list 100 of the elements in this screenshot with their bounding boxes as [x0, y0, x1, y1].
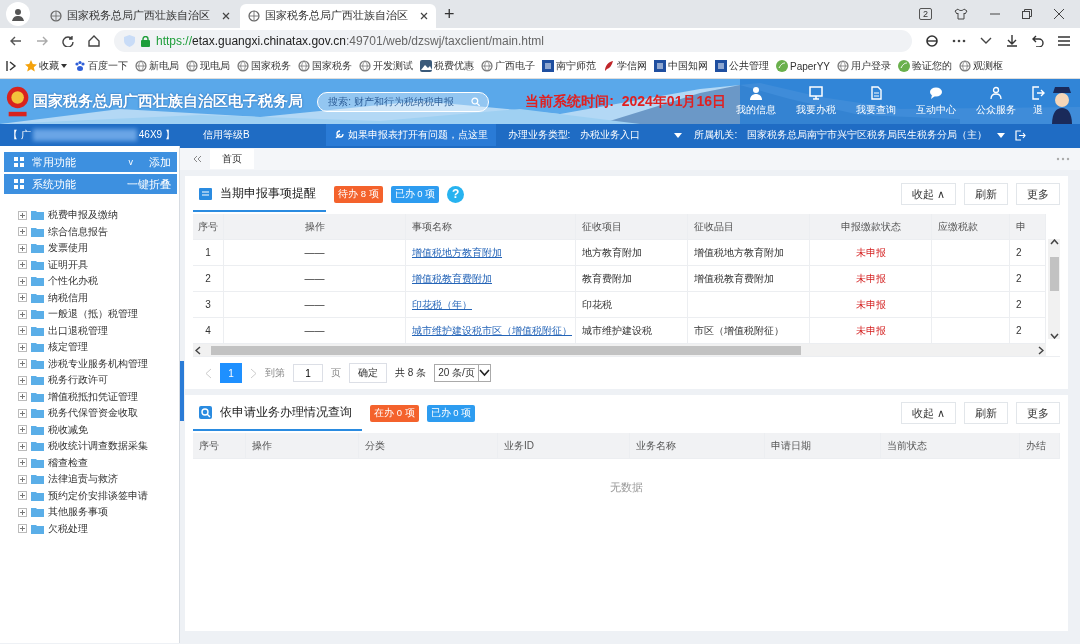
collapse-handle[interactable]	[180, 361, 184, 421]
toolbar-button[interactable]: 更多	[1016, 402, 1060, 424]
expand-icon[interactable]	[18, 359, 27, 369]
expand-icon[interactable]	[18, 524, 27, 534]
item-link[interactable]: 增值税地方教育附加	[412, 245, 502, 260]
close-icon[interactable]	[222, 12, 230, 20]
toolbar-button[interactable]: 刷新	[964, 402, 1008, 424]
tree-item[interactable]: 出口退税管理	[18, 322, 179, 339]
page-input[interactable]: 1	[293, 364, 323, 382]
expand-icon[interactable]	[18, 227, 27, 237]
expand-icon[interactable]	[18, 491, 27, 501]
tree-item[interactable]: 一般退（抵）税管理	[18, 306, 179, 323]
tree-item[interactable]: 核定管理	[18, 339, 179, 356]
scroll-left-icon[interactable]	[195, 345, 201, 355]
browser-tab[interactable]: 国家税务总局广西壮族自治区	[42, 4, 238, 28]
tree-item[interactable]: 涉税专业服务机构管理	[18, 355, 179, 372]
page-size-select[interactable]: 20 条/页	[434, 364, 491, 382]
bookmark-item[interactable]: 观测枢	[959, 59, 1004, 73]
caret-icon[interactable]	[478, 369, 490, 377]
expand-icon[interactable]	[18, 425, 27, 435]
search-field[interactable]: 搜索: 财产和行为税纳税申报	[317, 91, 490, 112]
nav-item[interactable]: 我的信息	[726, 79, 786, 124]
nav-item[interactable]: 互动中心	[906, 79, 966, 124]
scroll-up-icon[interactable]	[1049, 239, 1059, 245]
nav-item[interactable]: 公众服务	[966, 79, 1026, 124]
close-icon[interactable]	[420, 12, 428, 20]
tree-label: 证明开具	[48, 257, 88, 272]
tree-item[interactable]: 税收统计调查数据采集	[18, 438, 179, 455]
bookmark-item[interactable]: 税费优惠	[420, 59, 474, 73]
toolbar-button[interactable]: 收起 ∧	[900, 183, 956, 205]
toolbar-button[interactable]: 收起 ∧	[900, 402, 956, 424]
expand-icon[interactable]	[18, 474, 27, 484]
nav-item[interactable]: 我要查询	[846, 79, 906, 124]
bookmark-item[interactable]: 百度一下	[74, 59, 128, 73]
bookmark-item[interactable]: 国家税务	[298, 59, 352, 73]
tree-item[interactable]: 税费申报及缴纳	[18, 207, 179, 224]
business-type-select[interactable]: 办税业务入口	[580, 128, 665, 142]
expand-icon[interactable]	[18, 375, 27, 385]
bookmark-item[interactable]: 验证您的	[898, 59, 953, 73]
expand-icon[interactable]	[18, 392, 27, 402]
nav-item[interactable]: 我要办税	[786, 79, 846, 124]
authority-select[interactable]: 国家税务总局南宁市兴宁区税务局民生税务分局（主）	[747, 128, 988, 142]
expand-icon[interactable]	[18, 458, 27, 468]
expand-icon[interactable]	[18, 408, 27, 418]
tree-item[interactable]: 个性化办税	[18, 273, 179, 290]
expand-icon[interactable]	[18, 326, 27, 336]
item-link[interactable]: 增值税教育费附加	[412, 271, 492, 286]
item-link[interactable]: 印花税（年）	[412, 297, 472, 312]
bookmark-item[interactable]: 用户登录	[837, 59, 892, 73]
bookmark-item[interactable]: 国家税务	[237, 59, 291, 73]
profile-avatar[interactable]	[6, 2, 30, 26]
tree-item[interactable]: 稽查检查	[18, 454, 179, 471]
tree-item[interactable]: 综合信息报告	[18, 223, 179, 240]
bookmark-item[interactable]: 新电局	[135, 59, 179, 73]
expand-icon[interactable]	[18, 260, 27, 270]
bookmark-item[interactable]: 南宁师范	[542, 59, 596, 73]
bookmark-item[interactable]: 学信网	[603, 59, 647, 73]
scroll-right-icon[interactable]	[1038, 345, 1044, 355]
expand-icon[interactable]	[18, 210, 27, 220]
toolbar-button[interactable]: 刷新	[964, 183, 1008, 205]
caret-icon	[674, 132, 683, 138]
tree-item[interactable]: 税务代保管资金收取	[18, 405, 179, 422]
bookmark-item[interactable]: 开发测试	[359, 59, 413, 73]
bookmark-item[interactable]: 收藏	[25, 59, 67, 73]
tree-item[interactable]: 税收减免	[18, 421, 179, 438]
horizontal-scrollbar[interactable]	[193, 344, 1046, 356]
tree-item[interactable]: 证明开具	[18, 256, 179, 273]
bookmark-item[interactable]: 广西电子	[481, 59, 535, 73]
expand-icon[interactable]	[18, 342, 27, 352]
tree-item[interactable]: 法律追责与救济	[18, 471, 179, 488]
item-link[interactable]: 城市维护建设税市区（增值税附征）	[412, 323, 572, 338]
tree-item[interactable]: 增值税抵扣凭证管理	[18, 388, 179, 405]
page-tab[interactable]: 首页	[210, 149, 254, 169]
tree-item[interactable]: 欠税处理	[18, 520, 179, 537]
help-link[interactable]: 如果申报表打开有问题，点这里	[325, 124, 496, 146]
vertical-scrollbar[interactable]	[1048, 239, 1060, 339]
tree-item[interactable]: 预约定价安排谈签申请	[18, 487, 179, 504]
tree-item[interactable]: 税务行政许可	[18, 372, 179, 389]
bookmark-item[interactable]: PaperYY	[776, 60, 831, 72]
scroll-down-icon[interactable]	[1049, 333, 1059, 339]
bookmark-item[interactable]: 中国知网	[654, 59, 708, 73]
tab-count[interactable]: 2	[919, 8, 932, 20]
expand-icon[interactable]	[18, 309, 27, 319]
expand-icon[interactable]	[18, 293, 27, 303]
nav-item[interactable]: 退	[1026, 79, 1050, 124]
address-bar[interactable]: https://etax.guangxi.chinatax.gov.cn:49701/web/dzswj/taxclient/main.html	[114, 30, 912, 52]
tree-item[interactable]: 其他服务事项	[18, 504, 179, 521]
new-tab-button[interactable]: +	[444, 4, 455, 25]
tree-item[interactable]: 发票使用	[18, 240, 179, 257]
tree-item[interactable]: 纳税信用	[18, 289, 179, 306]
bookmark-item[interactable]: 公共管理	[715, 59, 769, 73]
expand-icon[interactable]	[18, 441, 27, 451]
browser-tab[interactable]: 国家税务总局广西壮族自治区	[240, 4, 436, 28]
table-cell: 3	[205, 299, 211, 310]
expand-icon[interactable]	[18, 276, 27, 286]
bookmark-item[interactable]: 现电局	[186, 59, 230, 73]
toolbar-button[interactable]: 更多	[1016, 183, 1060, 205]
expand-icon[interactable]	[18, 243, 27, 253]
expand-icon[interactable]	[18, 507, 27, 517]
confirm-button[interactable]: 确定	[349, 363, 387, 383]
